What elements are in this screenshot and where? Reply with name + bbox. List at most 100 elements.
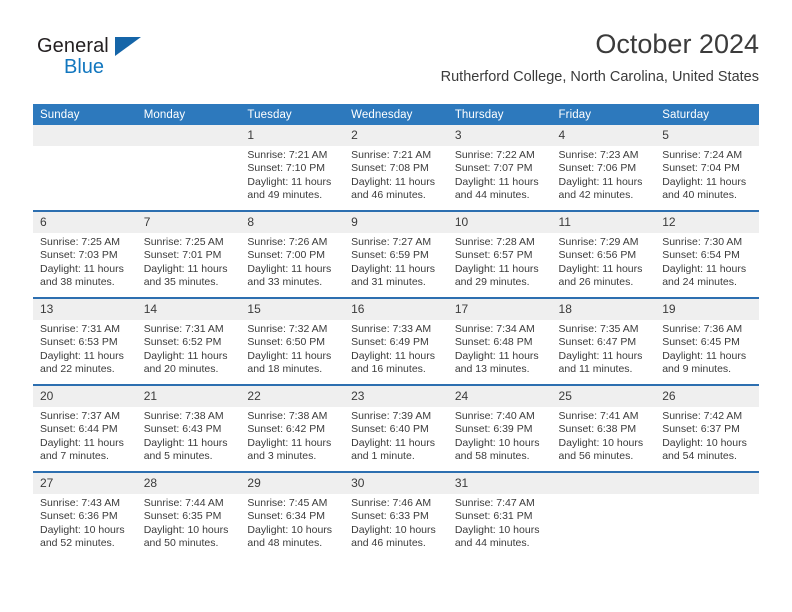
calendar-day-cell[interactable]: 21 Sunrise: 7:38 AM Sunset: 6:43 PM Dayligh… — [136, 384, 241, 472]
day-details: Sunrise: 7:40 AM Sunset: 6:39 PM Daylight:… — [448, 407, 552, 464]
calendar-day-cell[interactable]: 30 Sunrise: 7:46 AM Sunset: 6:33 PM Dayligh… — [344, 471, 448, 558]
calendar-day-cell[interactable]: 27 Sunrise: 7:43 AM Sunset: 6:36 PM Dayligh… — [33, 471, 137, 558]
day-number — [551, 473, 656, 494]
calendar-day-cell[interactable]: 28 Sunrise: 7:44 AM Sunset: 6:35 PM Dayligh… — [136, 471, 241, 558]
sunset-text: Sunset: 6:43 PM — [143, 423, 222, 436]
day-number: 20 — [33, 386, 137, 407]
day-details: Sunrise: 7:31 AM Sunset: 6:52 PM Daylight:… — [137, 320, 241, 377]
sunset-text: Sunset: 6:47 PM — [558, 336, 637, 349]
daylight-text: Daylight: 11 hours and 1 minute. — [351, 436, 435, 463]
day-details: Sunrise: 7:46 AM Sunset: 6:33 PM Daylight:… — [344, 494, 448, 551]
calendar-day-cell[interactable]: 25 Sunrise: 7:41 AM Sunset: 6:38 PM Dayligh… — [551, 384, 656, 472]
sunrise-text: Sunrise: 7:33 AM — [351, 323, 432, 335]
calendar-day-cell[interactable]: 17 Sunrise: 7:34 AM Sunset: 6:48 PM Dayligh… — [447, 297, 552, 385]
calendar-cell-empty — [551, 471, 656, 558]
day-details: Sunrise: 7:39 AM Sunset: 6:40 PM Daylight:… — [344, 407, 448, 464]
day-number — [33, 125, 137, 146]
day-number — [655, 473, 759, 494]
day-details: Sunrise: 7:26 AM Sunset: 7:00 PM Daylight:… — [240, 233, 344, 290]
sunset-text: Sunset: 7:06 PM — [558, 162, 637, 175]
daylight-text: Daylight: 11 hours and 18 minutes. — [247, 349, 332, 376]
day-number: 23 — [344, 386, 448, 407]
sunset-text: Sunset: 6:48 PM — [454, 336, 533, 349]
calendar-day-cell[interactable]: 1 Sunrise: 7:21 AM Sunset: 7:10 PM Daylight… — [240, 125, 345, 211]
daylight-text: Daylight: 11 hours and 31 minutes. — [351, 262, 435, 289]
calendar-body: 1 Sunrise: 7:21 AM Sunset: 7:10 PM Daylight… — [33, 125, 759, 558]
day-details: Sunrise: 7:23 AM Sunset: 7:06 PM Daylight:… — [552, 146, 656, 203]
daylight-text: Daylight: 10 hours and 46 minutes. — [351, 523, 436, 550]
calendar-day-cell[interactable]: 6 Sunrise: 7:25 AM Sunset: 7:03 PM Daylight… — [33, 210, 137, 298]
calendar-day-cell[interactable]: 22 Sunrise: 7:38 AM Sunset: 6:42 PM Dayligh… — [240, 384, 345, 472]
daylight-text: Daylight: 11 hours and 38 minutes. — [40, 262, 124, 289]
calendar-day-cell[interactable]: 14 Sunrise: 7:31 AM Sunset: 6:52 PM Dayligh… — [136, 297, 241, 385]
daylight-text: Daylight: 11 hours and 16 minutes. — [351, 349, 435, 376]
calendar-day-cell[interactable]: 19 Sunrise: 7:36 AM Sunset: 6:45 PM Dayligh… — [655, 297, 759, 385]
day-details: Sunrise: 7:27 AM Sunset: 6:59 PM Daylight:… — [344, 233, 448, 290]
daylight-text: Daylight: 10 hours and 48 minutes. — [247, 523, 333, 550]
calendar-day-cell[interactable]: 29 Sunrise: 7:45 AM Sunset: 6:34 PM Dayligh… — [240, 471, 345, 558]
daylight-text: Daylight: 11 hours and 22 minutes. — [40, 349, 124, 376]
sunset-text: Sunset: 6:53 PM — [40, 336, 118, 349]
calendar-day-cell[interactable]: 10 Sunrise: 7:28 AM Sunset: 6:57 PM Dayligh… — [447, 210, 552, 298]
sunset-text: Sunset: 6:33 PM — [351, 510, 429, 523]
calendar-day-cell[interactable]: 18 Sunrise: 7:35 AM Sunset: 6:47 PM Dayligh… — [551, 297, 656, 385]
day-details: Sunrise: 7:42 AM Sunset: 6:37 PM Daylight:… — [655, 407, 759, 464]
day-details: Sunrise: 7:38 AM Sunset: 6:42 PM Daylight:… — [240, 407, 344, 464]
calendar-day-cell[interactable]: 7 Sunrise: 7:25 AM Sunset: 7:01 PM Daylight… — [136, 210, 241, 298]
calendar-day-cell[interactable]: 11 Sunrise: 7:29 AM Sunset: 6:56 PM Dayligh… — [551, 210, 656, 298]
sunset-text: Sunset: 6:57 PM — [454, 249, 533, 262]
calendar-day-cell[interactable]: 2 Sunrise: 7:21 AM Sunset: 7:08 PM Daylight… — [344, 125, 448, 211]
daylight-text: Daylight: 10 hours and 58 minutes. — [454, 436, 540, 463]
calendar-day-cell[interactable]: 31 Sunrise: 7:47 AM Sunset: 6:31 PM Dayligh… — [447, 471, 552, 558]
calendar-cell-empty — [136, 125, 241, 211]
sunrise-text: Sunrise: 7:46 AM — [351, 497, 432, 509]
daylight-text: Daylight: 10 hours and 52 minutes. — [40, 523, 125, 550]
calendar-day-cell[interactable]: 3 Sunrise: 7:22 AM Sunset: 7:07 PM Daylight… — [447, 125, 552, 211]
day-details: Sunrise: 7:25 AM Sunset: 7:03 PM Daylight:… — [33, 233, 137, 290]
day-details: Sunrise: 7:29 AM Sunset: 6:56 PM Daylight:… — [552, 233, 656, 290]
calendar-day-cell[interactable]: 24 Sunrise: 7:40 AM Sunset: 6:39 PM Dayligh… — [447, 384, 552, 472]
day-number: 12 — [655, 212, 759, 233]
calendar-day-cell[interactable]: 23 Sunrise: 7:39 AM Sunset: 6:40 PM Dayligh… — [344, 384, 448, 472]
calendar-day-cell[interactable]: 5 Sunrise: 7:24 AM Sunset: 7:04 PM Daylight… — [655, 125, 759, 211]
calendar-day-cell[interactable]: 15 Sunrise: 7:32 AM Sunset: 6:50 PM Dayligh… — [240, 297, 345, 385]
day-number: 30 — [344, 473, 448, 494]
day-details: Sunrise: 7:43 AM Sunset: 6:36 PM Daylight:… — [33, 494, 137, 551]
calendar-day-cell[interactable]: 12 Sunrise: 7:30 AM Sunset: 6:54 PM Dayligh… — [655, 210, 759, 298]
sunset-text: Sunset: 6:42 PM — [247, 423, 326, 436]
day-number: 14 — [136, 299, 241, 320]
calendar-day-cell[interactable]: 9 Sunrise: 7:27 AM Sunset: 6:59 PM Daylight… — [344, 210, 448, 298]
day-number: 25 — [551, 386, 656, 407]
daylight-text: Daylight: 11 hours and 49 minutes. — [247, 175, 332, 202]
calendar-day-cell[interactable]: 20 Sunrise: 7:37 AM Sunset: 6:44 PM Dayligh… — [33, 384, 137, 472]
general-blue-logo[interactable]: General Blue — [37, 36, 152, 82]
day-number: 19 — [655, 299, 759, 320]
calendar-cell-empty — [655, 471, 759, 558]
daylight-text: Daylight: 11 hours and 35 minutes. — [143, 262, 228, 289]
logo-text-general: General — [37, 35, 109, 57]
sunrise-text: Sunrise: 7:43 AM — [40, 497, 120, 509]
calendar-day-cell[interactable]: 16 Sunrise: 7:33 AM Sunset: 6:49 PM Dayligh… — [344, 297, 448, 385]
calendar-week-row: 13 Sunrise: 7:31 AM Sunset: 6:53 PM Dayligh… — [33, 297, 759, 385]
sunrise-text: Sunrise: 7:31 AM — [40, 323, 120, 335]
calendar-day-cell[interactable]: 26 Sunrise: 7:42 AM Sunset: 6:37 PM Dayligh… — [655, 384, 759, 472]
daylight-text: Daylight: 11 hours and 33 minutes. — [247, 262, 332, 289]
title-block: October 2024 Rutherford College, North C… — [441, 28, 759, 87]
sunset-text: Sunset: 6:38 PM — [558, 423, 637, 436]
calendar-day-cell[interactable]: 8 Sunrise: 7:26 AM Sunset: 7:00 PM Daylight… — [240, 210, 345, 298]
weekday-header-monday: Monday — [136, 104, 241, 125]
day-number: 7 — [136, 212, 241, 233]
calendar-day-cell[interactable]: 13 Sunrise: 7:31 AM Sunset: 6:53 PM Dayligh… — [33, 297, 137, 385]
sunset-text: Sunset: 6:49 PM — [351, 336, 429, 349]
day-number: 2 — [344, 125, 448, 146]
sunrise-text: Sunrise: 7:36 AM — [662, 323, 743, 335]
day-details: Sunrise: 7:44 AM Sunset: 6:35 PM Daylight:… — [137, 494, 241, 551]
page-header: General Blue October 2024 Rutherford Col… — [33, 28, 759, 94]
day-details: Sunrise: 7:37 AM Sunset: 6:44 PM Daylight:… — [33, 407, 137, 464]
day-details: Sunrise: 7:45 AM Sunset: 6:34 PM Daylight:… — [240, 494, 344, 551]
sunrise-text: Sunrise: 7:26 AM — [247, 236, 328, 248]
calendar-day-cell[interactable]: 4 Sunrise: 7:23 AM Sunset: 7:06 PM Daylight… — [551, 125, 656, 211]
sunset-text: Sunset: 6:45 PM — [662, 336, 740, 349]
sunset-text: Sunset: 6:39 PM — [454, 423, 533, 436]
daylight-text: Daylight: 11 hours and 42 minutes. — [558, 175, 643, 202]
